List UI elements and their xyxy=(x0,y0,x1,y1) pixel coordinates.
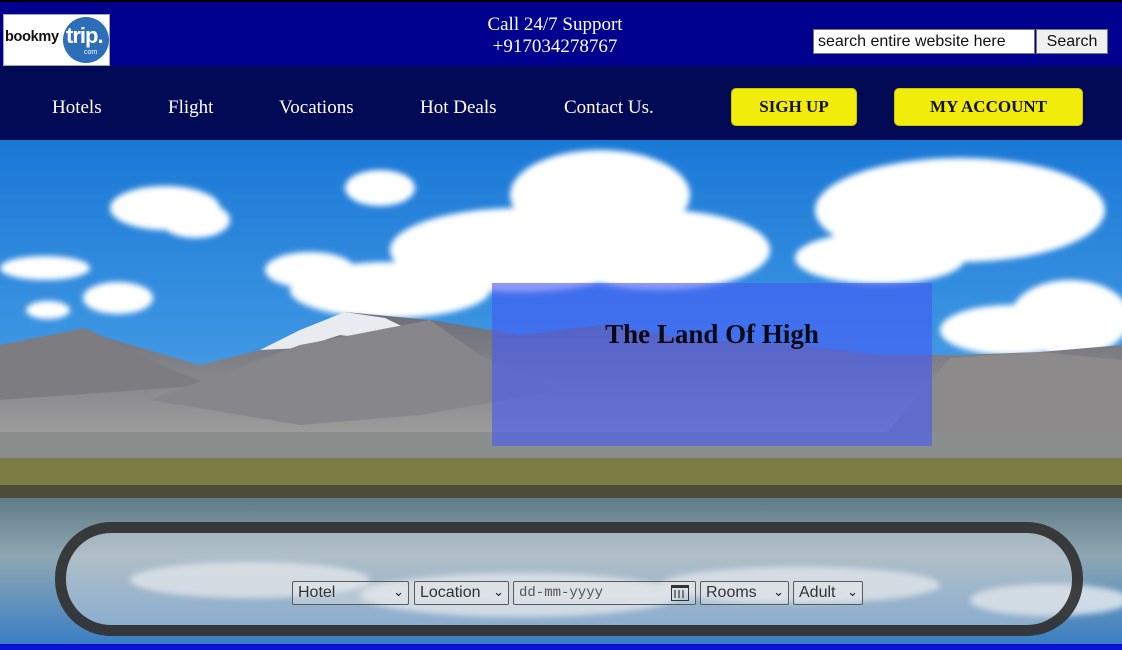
nav-contact-us[interactable]: Contact Us. xyxy=(564,97,654,119)
date-input[interactable]: dd-mm-yyyy xyxy=(513,581,696,605)
hotel-select[interactable]: Hotel ⌄ xyxy=(292,581,409,605)
chevron-down-icon: ⌄ xyxy=(847,584,858,599)
location-select[interactable]: Location ⌄ xyxy=(414,581,509,605)
search-input[interactable] xyxy=(813,29,1035,54)
logo-word: bookmy xyxy=(5,29,59,45)
rooms-select[interactable]: Rooms ⌄ xyxy=(700,581,789,605)
rooms-select-value: Rooms xyxy=(706,584,757,601)
booking-form: Hotel ⌄ Location ⌄ dd-mm-yyyy Rooms ⌄ Ad… xyxy=(55,522,1083,636)
nav-vocations[interactable]: Vocations xyxy=(279,97,354,119)
nav-hot-deals[interactable]: Hot Deals xyxy=(420,97,497,119)
support-info: Call 24/7 Support +917034278767 xyxy=(440,14,670,58)
sign-up-button[interactable]: SIGH UP xyxy=(731,88,857,126)
chevron-down-icon: ⌄ xyxy=(773,584,784,599)
chevron-down-icon: ⌄ xyxy=(393,584,404,599)
search-button[interactable]: Search xyxy=(1036,29,1108,54)
logo-suffix: com xyxy=(84,49,98,56)
top-header: bookmy trip. com Call 24/7 Support +9170… xyxy=(0,0,1122,66)
adult-select[interactable]: Adult ⌄ xyxy=(793,581,863,605)
nav-hotels[interactable]: Hotels xyxy=(52,97,102,119)
chevron-down-icon: ⌄ xyxy=(493,584,504,599)
site-logo[interactable]: bookmy trip. com xyxy=(3,14,110,66)
location-select-value: Location xyxy=(420,584,481,601)
logo-accent: trip. xyxy=(66,23,104,48)
date-placeholder: dd-mm-yyyy xyxy=(519,585,604,601)
my-account-button[interactable]: MY ACCOUNT xyxy=(894,88,1083,126)
adult-select-value: Adult xyxy=(799,584,836,601)
nav-flight[interactable]: Flight xyxy=(168,97,213,119)
main-nav: Hotels Flight Vocations Hot Deals Contac… xyxy=(0,66,1122,140)
hotel-select-value: Hotel xyxy=(298,584,336,601)
hero-title: The Land Of High xyxy=(605,319,819,349)
bottom-strip xyxy=(0,644,1122,650)
hero-caption-box: The Land Of High xyxy=(492,283,932,446)
support-phone: +917034278767 xyxy=(492,36,618,57)
hero-banner: The Land Of High Hotel ⌄ Location ⌄ dd-m… xyxy=(0,140,1122,644)
calendar-icon[interactable] xyxy=(671,585,689,601)
support-label: Call 24/7 Support xyxy=(487,14,623,35)
